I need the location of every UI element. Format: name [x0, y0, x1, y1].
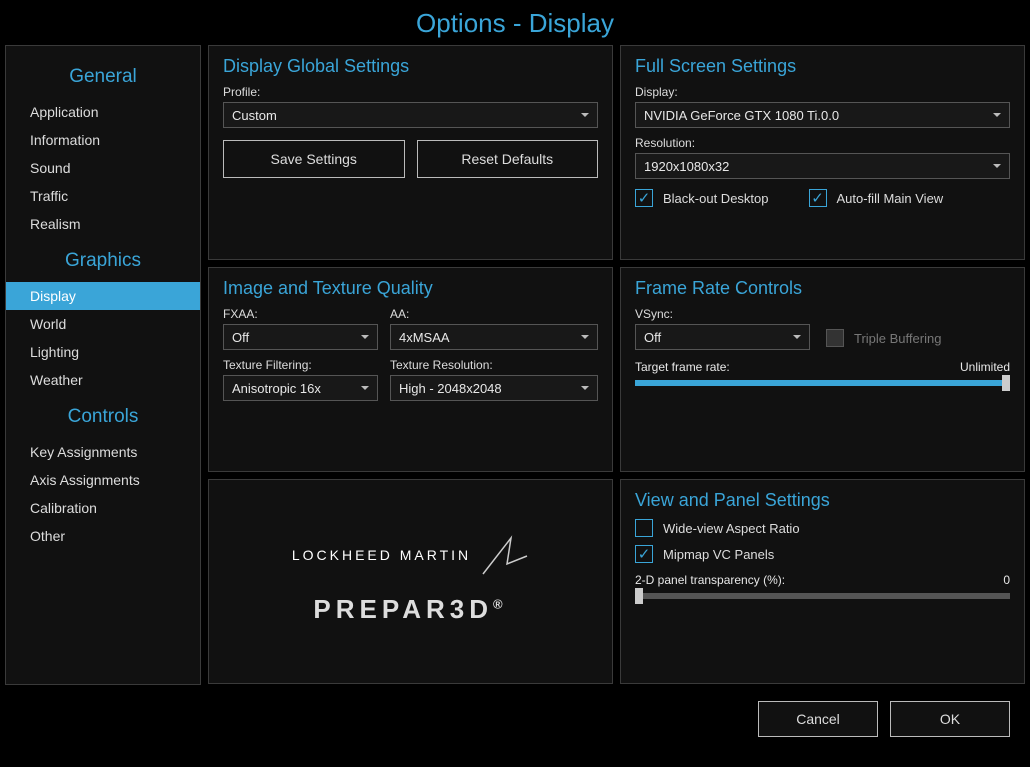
sidebar-item-lighting[interactable]: Lighting — [6, 338, 200, 366]
sidebar-item-realism[interactable]: Realism — [6, 210, 200, 238]
vsync-select[interactable]: Off — [635, 324, 810, 350]
page-title: Options - Display — [0, 8, 1030, 39]
panel-image-quality: Image and Texture Quality FXAA: Off AA: … — [208, 267, 613, 472]
texres-label: Texture Resolution: — [390, 358, 598, 372]
transparency-slider[interactable] — [635, 593, 1010, 599]
profile-label: Profile: — [223, 85, 598, 99]
panel-title-view-settings: View and Panel Settings — [635, 490, 1010, 511]
profile-value: Custom — [232, 108, 277, 123]
registered-icon: ® — [493, 596, 508, 611]
panel-view-settings: View and Panel Settings Wide-view Aspect… — [620, 479, 1025, 684]
resolution-label: Resolution: — [635, 136, 1010, 150]
sidebar: General Application Information Sound Tr… — [5, 45, 201, 685]
lm-logo-text: LOCKHEED MARTIN — [292, 547, 471, 563]
nav-group-title-graphics: Graphics — [6, 238, 200, 282]
panel-fullscreen: Full Screen Settings Display: NVIDIA GeF… — [620, 45, 1025, 260]
target-fps-label: Target frame rate: — [635, 360, 730, 374]
nav-group-graphics: Graphics Display World Lighting Weather — [6, 238, 200, 394]
target-fps-slider[interactable] — [635, 380, 1010, 386]
p3d-logo-text: PREPAR3D — [313, 594, 493, 624]
blackout-checkbox[interactable]: ✓ — [635, 189, 653, 207]
chevron-down-icon — [993, 113, 1001, 117]
autofill-checkbox[interactable]: ✓ — [809, 189, 827, 207]
texfilter-value: Anisotropic 16x — [232, 381, 321, 396]
cancel-button[interactable]: Cancel — [758, 701, 878, 737]
nav-group-title-general: General — [6, 54, 200, 98]
mipmap-checkbox[interactable]: ✓ — [635, 545, 653, 563]
resolution-select[interactable]: 1920x1080x32 — [635, 153, 1010, 179]
panel-frame-rate: Frame Rate Controls VSync: Off Triple Bu… — [620, 267, 1025, 472]
nav-group-general: General Application Information Sound Tr… — [6, 54, 200, 238]
texfilter-label: Texture Filtering: — [223, 358, 378, 372]
resolution-value: 1920x1080x32 — [644, 159, 729, 174]
lockheed-martin-logo: LOCKHEED MARTIN — [292, 534, 529, 576]
display-select[interactable]: NVIDIA GeForce GTX 1080 Ti.0.0 — [635, 102, 1010, 128]
target-fps-value: Unlimited — [960, 360, 1010, 374]
aa-select[interactable]: 4xMSAA — [390, 324, 598, 350]
wideview-label: Wide-view Aspect Ratio — [663, 521, 800, 536]
blackout-label: Black-out Desktop — [663, 191, 769, 206]
sidebar-item-world[interactable]: World — [6, 310, 200, 338]
transparency-value: 0 — [1003, 573, 1010, 587]
sidebar-item-key-assignments[interactable]: Key Assignments — [6, 438, 200, 466]
transparency-label: 2-D panel transparency (%): — [635, 573, 785, 587]
footer: Cancel OK — [0, 685, 1030, 737]
chevron-down-icon — [581, 335, 589, 339]
reset-defaults-button[interactable]: Reset Defaults — [417, 140, 599, 178]
chevron-down-icon — [581, 113, 589, 117]
save-settings-button[interactable]: Save Settings — [223, 140, 405, 178]
sidebar-item-calibration[interactable]: Calibration — [6, 494, 200, 522]
chevron-down-icon — [361, 335, 369, 339]
mipmap-label: Mipmap VC Panels — [663, 547, 774, 562]
chevron-down-icon — [581, 386, 589, 390]
triple-buffering-checkbox — [826, 329, 844, 347]
aa-value: 4xMSAA — [399, 330, 450, 345]
vsync-label: VSync: — [635, 307, 810, 321]
texres-value: High - 2048x2048 — [399, 381, 502, 396]
sidebar-item-other[interactable]: Other — [6, 522, 200, 550]
sidebar-item-information[interactable]: Information — [6, 126, 200, 154]
vsync-value: Off — [644, 330, 661, 345]
panel-title-image-quality: Image and Texture Quality — [223, 278, 598, 299]
sidebar-item-application[interactable]: Application — [6, 98, 200, 126]
panel-title-fullscreen: Full Screen Settings — [635, 56, 1010, 77]
chevron-down-icon — [361, 386, 369, 390]
nav-group-controls: Controls Key Assignments Axis Assignment… — [6, 394, 200, 550]
autofill-label: Auto-fill Main View — [837, 191, 944, 206]
texfilter-select[interactable]: Anisotropic 16x — [223, 375, 378, 401]
sidebar-item-weather[interactable]: Weather — [6, 366, 200, 394]
sidebar-item-sound[interactable]: Sound — [6, 154, 200, 182]
fxaa-value: Off — [232, 330, 249, 345]
panel-title-frame-rate: Frame Rate Controls — [635, 278, 1010, 299]
fxaa-label: FXAA: — [223, 307, 378, 321]
texres-select[interactable]: High - 2048x2048 — [390, 375, 598, 401]
slider-thumb[interactable] — [635, 588, 643, 604]
prepar3d-logo: PREPAR3D® — [313, 594, 507, 625]
panel-display-global: Display Global Settings Profile: Custom … — [208, 45, 613, 260]
triple-buffering-label: Triple Buffering — [854, 331, 941, 346]
profile-select[interactable]: Custom — [223, 102, 598, 128]
chevron-down-icon — [993, 164, 1001, 168]
aa-label: AA: — [390, 307, 598, 321]
fxaa-select[interactable]: Off — [223, 324, 378, 350]
display-value: NVIDIA GeForce GTX 1080 Ti.0.0 — [644, 108, 839, 123]
star-icon — [481, 534, 529, 576]
ok-button[interactable]: OK — [890, 701, 1010, 737]
panel-logo: LOCKHEED MARTIN PREPAR3D® — [208, 479, 613, 684]
nav-group-title-controls: Controls — [6, 394, 200, 438]
sidebar-item-display[interactable]: Display — [6, 282, 200, 310]
panel-title-display-global: Display Global Settings — [223, 56, 598, 77]
sidebar-item-axis-assignments[interactable]: Axis Assignments — [6, 466, 200, 494]
sidebar-item-traffic[interactable]: Traffic — [6, 182, 200, 210]
slider-thumb[interactable] — [1002, 375, 1010, 391]
display-label: Display: — [635, 85, 1010, 99]
chevron-down-icon — [793, 335, 801, 339]
wideview-checkbox[interactable] — [635, 519, 653, 537]
